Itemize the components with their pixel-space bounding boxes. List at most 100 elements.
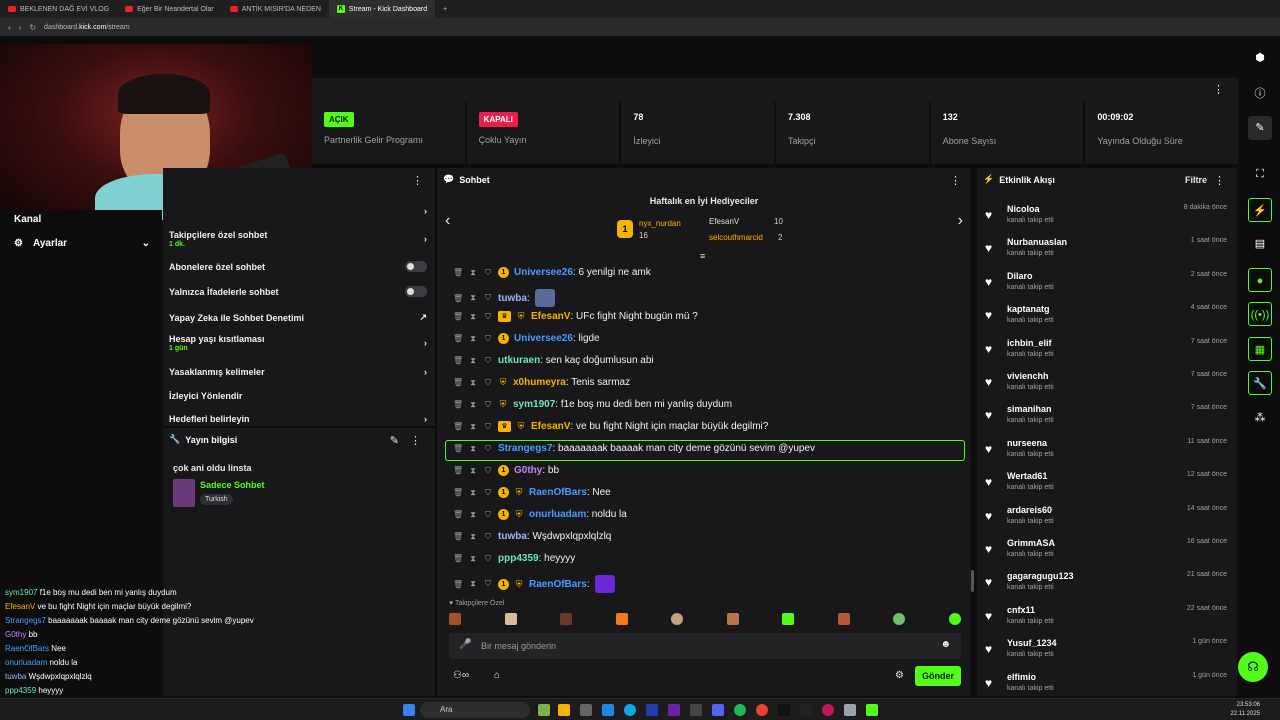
delete-icon[interactable]: 🗑 [453, 312, 463, 321]
delete-icon[interactable]: 🗑 [453, 400, 463, 409]
chat-username[interactable]: Strangegs7 [498, 443, 552, 454]
shield-icon[interactable]: ⛉ [483, 444, 493, 454]
category-name[interactable]: Sadece Sohbet [200, 480, 265, 490]
emote[interactable] [615, 613, 628, 625]
chat-username[interactable]: sym1907 [513, 399, 555, 410]
shield-icon[interactable]: ⛉ [483, 356, 493, 366]
broadcast-icon[interactable]: ((•)) [1248, 302, 1272, 326]
chat-username[interactable]: utkuraen [498, 355, 540, 366]
shield-icon[interactable]: ⛉ [483, 554, 493, 564]
edit-icon[interactable]: ✎ [1248, 116, 1272, 140]
delete-icon[interactable]: 🗑 [453, 378, 463, 387]
more-icon[interactable]: ⋮ [1214, 174, 1225, 187]
back-icon[interactable]: ‹ [8, 23, 11, 32]
layout-icon[interactable]: ▦ [1248, 337, 1272, 361]
timeout-icon[interactable]: ⧗ [468, 444, 478, 454]
browser-tab-active[interactable]: K Stream - Kick Dashboard [328, 0, 436, 18]
chevron-right-icon[interactable]: › [958, 212, 963, 230]
delete-icon[interactable]: 🗑 [453, 356, 463, 365]
timeout-icon[interactable]: ⧗ [468, 488, 478, 498]
clipboard-icon[interactable]: ▤ [1248, 232, 1272, 256]
edge-icon[interactable] [624, 704, 636, 716]
info-icon[interactable]: ⓘ [1248, 82, 1272, 106]
setting-goals[interactable]: Hedefleri belirleyin › [169, 414, 427, 424]
lightning-icon[interactable]: ⚡ [1248, 198, 1272, 222]
fullscreen-icon[interactable]: ⛶ [1248, 162, 1272, 186]
feed-username[interactable]: Nurbanuaslan [1007, 237, 1067, 247]
delete-icon[interactable]: 🗑 [453, 444, 463, 453]
kick-icon[interactable] [866, 704, 878, 716]
scrollbar[interactable] [971, 570, 974, 592]
feed-username[interactable]: simanihan [1007, 404, 1052, 414]
delete-icon[interactable]: 🗑 [453, 422, 463, 431]
store-icon[interactable]: ⌂ [494, 670, 500, 681]
shield-icon[interactable]: ⛉ [483, 532, 493, 542]
chat-username[interactable]: RaenOfBars [529, 579, 587, 590]
app-icon[interactable] [778, 704, 790, 716]
nav-item-ayarlar[interactable]: ⚙ Ayarlar ⌄ [14, 238, 150, 249]
timeout-icon[interactable]: ⧗ [468, 334, 478, 344]
timeout-icon[interactable]: ⧗ [468, 268, 478, 278]
timeout-icon[interactable]: ⧗ [468, 400, 478, 410]
apps-icon[interactable]: ⁂ [1248, 406, 1272, 430]
send-button[interactable]: Gönder [915, 666, 961, 686]
app-icon[interactable] [800, 704, 812, 716]
browser-tab[interactable]: Eğer Bir Neandertal Olar [117, 0, 222, 18]
url-field[interactable]: dashboard.kick.com/stream [44, 24, 130, 31]
chat-username[interactable]: ppp4359 [498, 553, 539, 564]
emote[interactable] [837, 613, 850, 625]
more-icon[interactable]: ⋮ [1213, 83, 1224, 96]
feed-username[interactable]: Yusuf_1234 [1007, 638, 1057, 648]
shield-icon[interactable]: ⛉ [483, 579, 493, 589]
forward-icon[interactable]: › [19, 23, 22, 32]
setting-account-age[interactable]: Hesap yaşı kısıtlaması 1 gün › [169, 334, 427, 352]
delete-icon[interactable]: 🗑 [453, 532, 463, 541]
shield-icon[interactable]: ⛉ [483, 293, 493, 303]
timeout-icon[interactable]: ⧗ [468, 554, 478, 564]
premiere-icon[interactable] [668, 704, 680, 716]
shield-icon[interactable]: ⛉ [483, 510, 493, 520]
setting-subscribers-only[interactable]: Abonelere özel sohbet [169, 261, 427, 272]
more-icon[interactable]: ⋮ [950, 174, 961, 187]
emote[interactable] [893, 613, 906, 625]
feed-username[interactable]: nurseena [1007, 438, 1047, 448]
chat-username[interactable]: RaenOfBars [529, 487, 587, 498]
xbox-icon[interactable] [538, 704, 550, 716]
more-icon[interactable]: ⋮ [412, 174, 423, 187]
app-icon[interactable] [690, 704, 702, 716]
app-icon[interactable] [844, 704, 856, 716]
chat-username[interactable]: onurluadam [529, 509, 586, 520]
toggle-switch[interactable] [405, 261, 427, 272]
shield-icon[interactable]: ⛉ [483, 312, 493, 322]
shield-icon[interactable]: ⛉ [483, 466, 493, 476]
emote[interactable] [782, 613, 795, 625]
chat-username[interactable]: G0thy [514, 465, 542, 476]
feed-username[interactable]: Nicoloa [1007, 204, 1040, 214]
delete-icon[interactable]: 🗑 [453, 510, 463, 519]
setting-followers-only[interactable]: Takipçilere özel sohbet 1 dk. › [169, 230, 427, 248]
timeout-icon[interactable]: ⧗ [468, 378, 478, 388]
setting-banned-words[interactable]: Yasaklanmış kelimeler › [169, 367, 427, 377]
timeout-icon[interactable]: ⧗ [468, 579, 478, 589]
emote[interactable] [726, 613, 739, 625]
shield-icon[interactable]: ⛉ [483, 400, 493, 410]
mail-icon[interactable] [602, 704, 614, 716]
taskbar-clock[interactable]: 23:53:06 22.11.2025 [1230, 701, 1260, 719]
community-icon[interactable]: ⚇∞ [453, 670, 469, 681]
support-icon[interactable]: ☊ [1238, 652, 1268, 682]
setting-ai-moderation[interactable]: Yapay Zeka ile Sohbet Denetimi ↗ [169, 312, 427, 323]
app-icon[interactable] [822, 704, 834, 716]
feed-username[interactable]: cnfx11 [1007, 605, 1035, 615]
feed-username[interactable]: kaptanatg [1007, 304, 1050, 314]
shield-icon[interactable]: ⛉ [483, 422, 493, 432]
feed-username[interactable]: vivienchh [1007, 371, 1049, 381]
emoji-icon[interactable]: ☻ [940, 639, 951, 650]
timeout-icon[interactable]: ⧗ [468, 312, 478, 322]
chat-username[interactable]: EfesanV [531, 421, 570, 432]
feed-username[interactable]: ardareis60 [1007, 505, 1052, 515]
chat-username[interactable]: Universee26 [514, 333, 573, 344]
chat-username[interactable]: tuwba [498, 531, 527, 542]
emote[interactable] [504, 613, 517, 625]
wrench-icon[interactable]: 🔧 [1248, 371, 1272, 395]
toggle-switch[interactable] [405, 286, 427, 297]
